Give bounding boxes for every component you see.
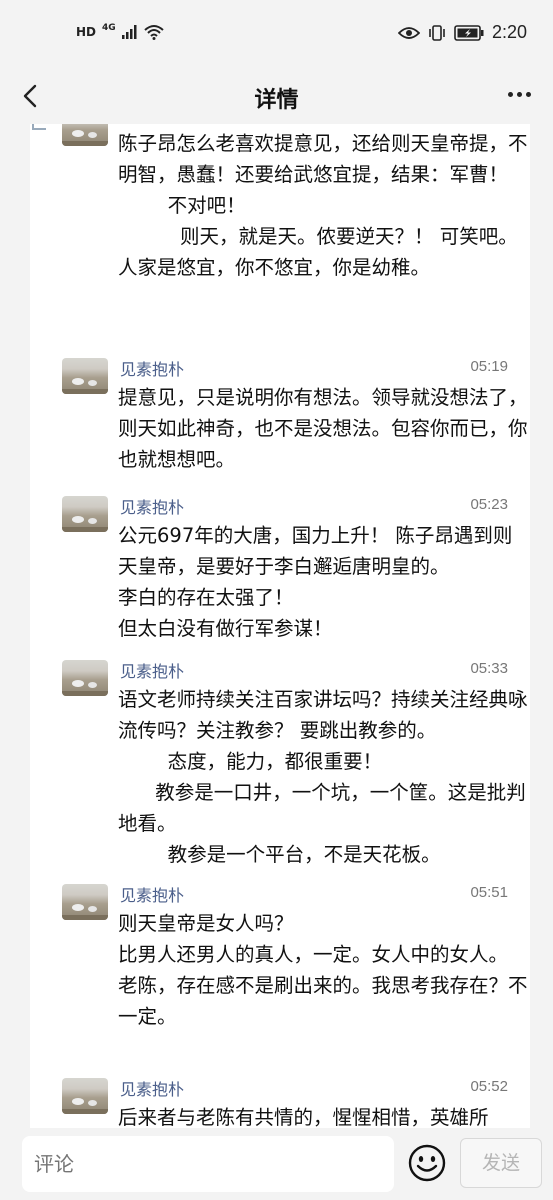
comment-input[interactable]: [22, 1136, 394, 1192]
page-title: 详情: [254, 88, 299, 113]
navigation-bar: 详情: [0, 68, 553, 124]
comment-text: 陈子昂怎么老喜欢提意见，还给则天皇帝提，不明智，愚蠢！还要给武悠宜提，结果：军曹…: [118, 132, 528, 279]
avatar[interactable]: [62, 496, 108, 532]
comment-item: 陈子昂怎么老喜欢提意见，还给则天皇帝提，不明智，愚蠢！还要给武悠宜提，结果：军曹…: [30, 124, 530, 344]
comment-item: 见素抱朴 05:33 语文老师持续关注百家讲坛吗？持续关注经典咏流传吗？关注教参…: [30, 652, 530, 872]
smiley-face-icon: [408, 1144, 446, 1182]
hd-indicator: HD: [76, 25, 97, 39]
battery-icon: [454, 24, 484, 41]
comment-time: 05:33: [470, 660, 508, 677]
comment-text: 后来者与老陈有共情的，惺惺相惜，英雄所: [118, 1106, 489, 1128]
more-dots-icon: [507, 91, 513, 97]
comment-text: 则天皇帝是女人吗？ 比男人还男人的真人，一定。女人中的女人。 老陈，存在感不是刷…: [118, 912, 528, 1028]
comment-author[interactable]: 见素抱朴: [120, 658, 184, 682]
signal-icon: [121, 25, 137, 39]
comment-bar: 发送: [0, 1128, 553, 1200]
clock: 2:20: [491, 22, 527, 42]
emoji-button[interactable]: [408, 1144, 446, 1182]
send-button[interactable]: 发送: [460, 1138, 542, 1188]
comment-list[interactable]: 陈子昂怎么老喜欢提意见，还给则天皇帝提，不明智，愚蠢！还要给武悠宜提，结果：军曹…: [30, 124, 530, 1128]
wifi-icon: [144, 25, 164, 40]
avatar[interactable]: [62, 660, 108, 696]
comment-author[interactable]: 见素抱朴: [120, 882, 184, 906]
status-left: HD 4G: [76, 23, 164, 40]
status-right: 2:20: [397, 22, 527, 43]
more-dot: [525, 91, 531, 97]
avatar[interactable]: [62, 884, 108, 920]
status-bar: HD 4G 2:20: [0, 0, 553, 68]
vibrate-icon: [429, 24, 445, 41]
comment-text: 语文老师持续关注百家讲坛吗？持续关注经典咏流传吗？关注教参？ 要跳出教参的。 态…: [118, 688, 528, 866]
comment-text: 公元697年的大唐，国力上升！ 陈子昂遇到则天皇帝，是要好于李白邂逅唐明皇的。 …: [118, 524, 513, 640]
avatar[interactable]: [62, 124, 108, 146]
more-button[interactable]: [503, 82, 535, 106]
comment-author[interactable]: 见素抱朴: [120, 494, 184, 518]
avatar[interactable]: [62, 358, 108, 394]
comment-item: 见素抱朴 05:23 公元697年的大唐，国力上升！ 陈子昂遇到则天皇帝，是要好…: [30, 488, 530, 648]
comment-author[interactable]: 见素抱朴: [120, 1076, 184, 1100]
comment-author[interactable]: 见素抱朴: [120, 356, 184, 380]
network-type: 4G: [102, 23, 116, 33]
comment-item: 见素抱朴 05:19 提意见，只是说明你有想法。领导就没想法了，则天如此神奇，也…: [30, 350, 530, 484]
comment-item: 见素抱朴 05:51 则天皇帝是女人吗？ 比男人还男人的真人，一定。女人中的女人…: [30, 876, 530, 1070]
comment-text: 提意见，只是说明你有想法。领导就没想法了，则天如此神奇，也不是没想法。包容你而已…: [118, 386, 528, 471]
avatar[interactable]: [62, 1078, 108, 1114]
comment-time: 05:23: [470, 496, 508, 513]
comment-item: 见素抱朴 05:52 后来者与老陈有共情的，惺惺相惜，英雄所: [30, 1070, 530, 1128]
comment-time: 05:51: [470, 884, 508, 901]
comment-time: 05:52: [470, 1078, 508, 1095]
more-dot: [516, 91, 522, 97]
eye-icon: [397, 26, 420, 39]
comment-time: 05:19: [470, 358, 508, 375]
